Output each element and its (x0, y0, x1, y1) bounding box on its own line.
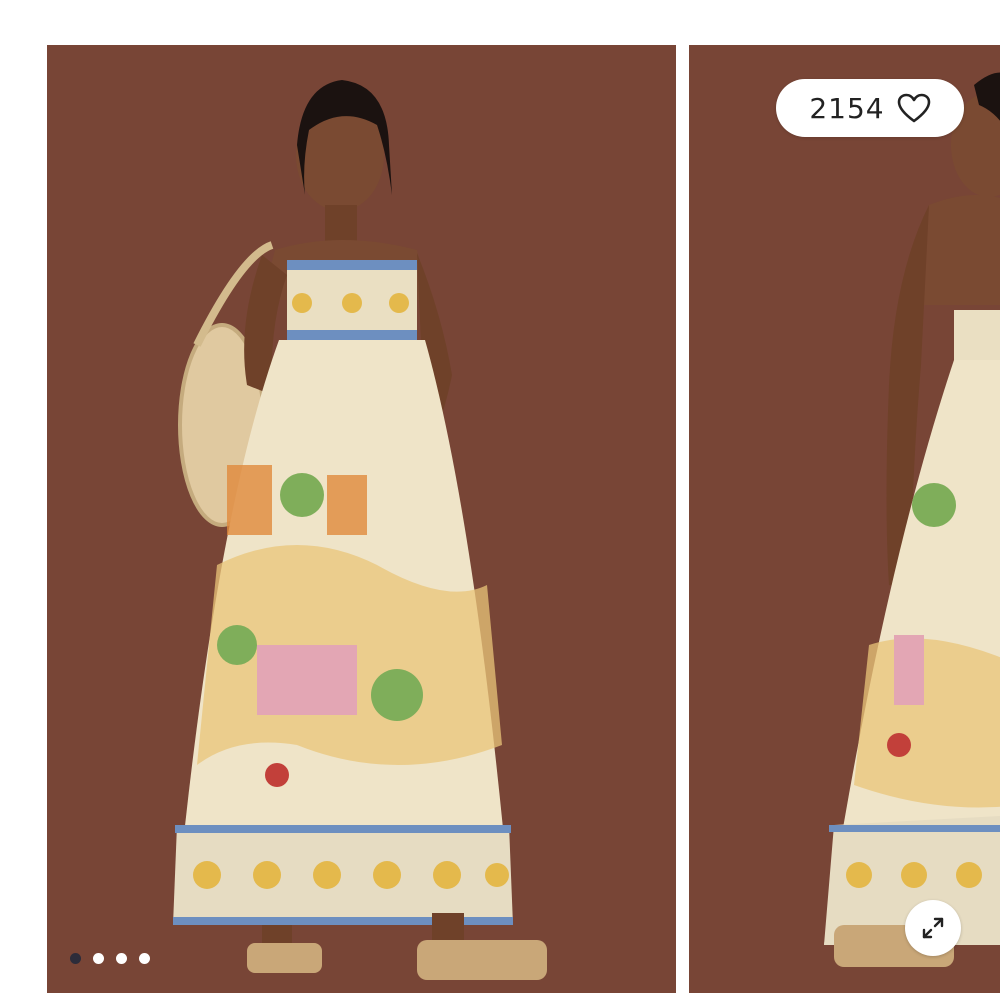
carousel-dot-4[interactable] (139, 953, 150, 964)
expand-button[interactable] (905, 900, 961, 956)
like-button[interactable]: 2154 (776, 79, 964, 137)
product-photo-back[interactable] (689, 45, 1000, 993)
carousel-dot-1[interactable] (70, 953, 81, 964)
product-photo-front[interactable] (47, 45, 676, 993)
product-image-gallery: 2154 (0, 0, 1000, 1000)
carousel-pagination (70, 953, 150, 964)
carousel-dot-2[interactable] (93, 953, 104, 964)
expand-arrows-icon (922, 917, 944, 939)
model-back-illustration (824, 72, 1000, 967)
heart-icon (897, 93, 930, 123)
carousel-dot-3[interactable] (116, 953, 127, 964)
model-front-illustration (173, 80, 547, 980)
like-count: 2154 (809, 91, 885, 125)
